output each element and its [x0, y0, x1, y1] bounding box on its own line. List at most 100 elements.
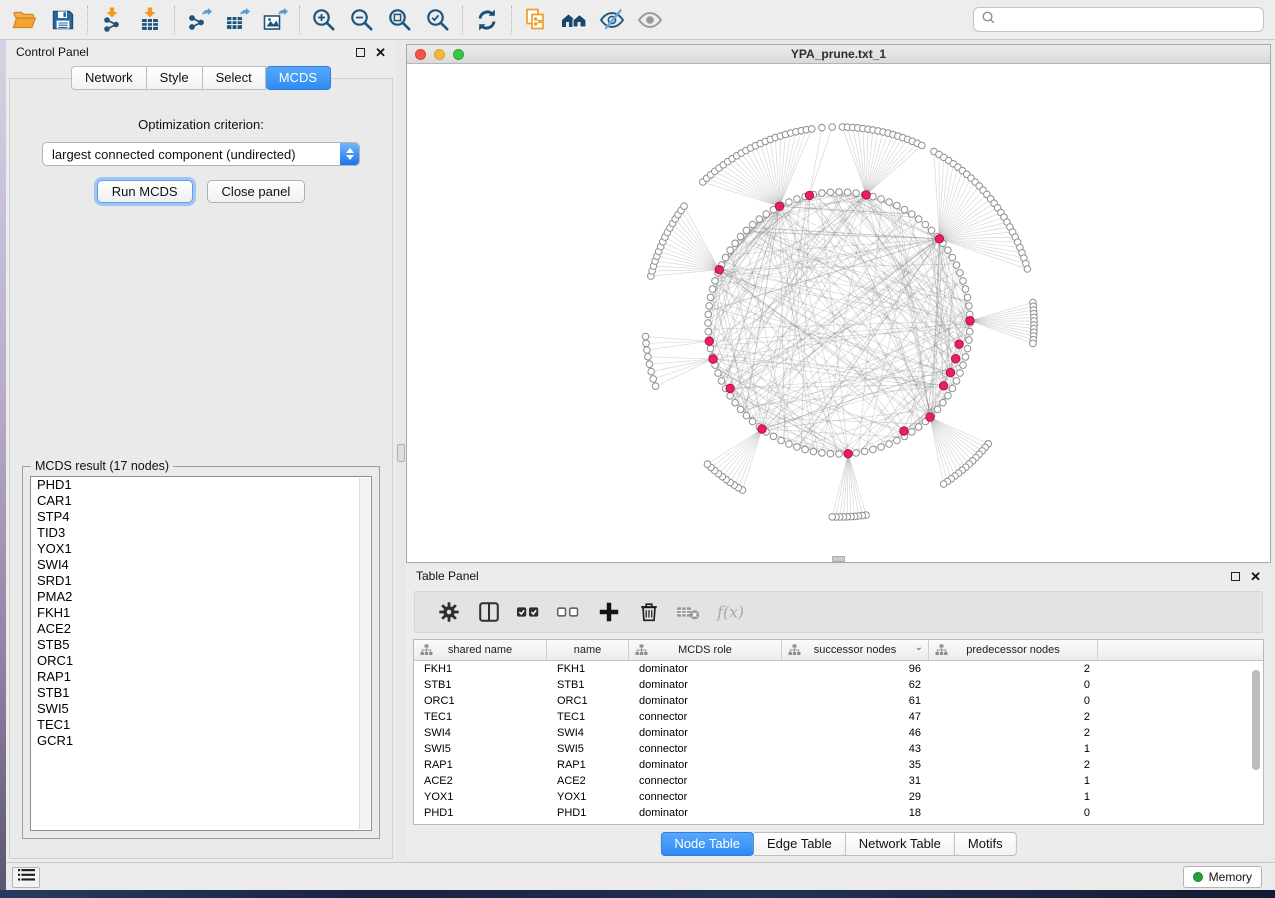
zoom-selected-icon[interactable]: [419, 4, 457, 36]
show-all-icon[interactable]: [631, 4, 669, 36]
cell-shared-name[interactable]: TEC1: [414, 709, 547, 725]
delete-column-icon[interactable]: [635, 598, 663, 626]
minimize-window-icon[interactable]: [434, 49, 445, 60]
import-table-icon[interactable]: [131, 4, 169, 36]
cell-MCDS-role[interactable]: dominator: [629, 805, 782, 821]
cell-name[interactable]: ACE2: [547, 773, 629, 789]
cell-name[interactable]: TEC1: [547, 709, 629, 725]
close-panel-icon[interactable]: ✕: [375, 46, 386, 59]
zoom-out-icon[interactable]: [343, 4, 381, 36]
column-header-shared-name[interactable]: shared name: [414, 640, 547, 660]
cell-successor-nodes[interactable]: 31: [782, 773, 929, 789]
cell-successor-nodes[interactable]: 18: [782, 805, 929, 821]
cell-name[interactable]: SWI4: [547, 725, 629, 741]
cell-shared-name[interactable]: SWI4: [414, 725, 547, 741]
cell-shared-name[interactable]: STB1: [414, 677, 547, 693]
import-network-icon[interactable]: [93, 4, 131, 36]
open-file-icon[interactable]: [6, 4, 44, 36]
mcds-result-item[interactable]: SWI4: [31, 557, 371, 573]
export-image-icon[interactable]: [256, 4, 294, 36]
cell-name[interactable]: PHD1: [547, 805, 629, 821]
table-row[interactable]: SWI5SWI5connector431: [414, 741, 1263, 757]
cell-successor-nodes[interactable]: 29: [782, 789, 929, 805]
table-row[interactable]: YOX1YOX1connector291: [414, 789, 1263, 805]
cell-name[interactable]: YOX1: [547, 789, 629, 805]
cell-predecessor-nodes[interactable]: 2: [929, 661, 1098, 677]
cell-MCDS-role[interactable]: connector: [629, 709, 782, 725]
column-header-MCDS-role[interactable]: MCDS role: [629, 640, 782, 660]
mcds-result-item[interactable]: ORC1: [31, 653, 371, 669]
table-scrollbar-thumb[interactable]: [1252, 670, 1260, 770]
cell-MCDS-role[interactable]: dominator: [629, 677, 782, 693]
cell-MCDS-role[interactable]: connector: [629, 773, 782, 789]
cell-MCDS-role[interactable]: dominator: [629, 757, 782, 773]
mcds-result-item[interactable]: PHD1: [31, 477, 371, 493]
mcds-result-item[interactable]: RAP1: [31, 669, 371, 685]
cell-successor-nodes[interactable]: 96: [782, 661, 929, 677]
cell-predecessor-nodes[interactable]: 2: [929, 709, 1098, 725]
select-all-rows-icon[interactable]: [515, 598, 543, 626]
close-window-icon[interactable]: [415, 49, 426, 60]
node-table[interactable]: shared namenameMCDS rolesuccessor nodes⌄…: [413, 639, 1264, 825]
cell-shared-name[interactable]: SWI5: [414, 741, 547, 757]
network-window-titlebar[interactable]: YPA_prune.txt_1: [407, 45, 1270, 64]
run-mcds-button[interactable]: Run MCDS: [97, 180, 193, 203]
column-header-name[interactable]: name: [547, 640, 629, 660]
cell-successor-nodes[interactable]: 46: [782, 725, 929, 741]
export-network-icon[interactable]: [180, 4, 218, 36]
cell-successor-nodes[interactable]: 43: [782, 741, 929, 757]
export-table-icon[interactable]: [218, 4, 256, 36]
tab-style[interactable]: Style: [147, 66, 203, 90]
zoom-in-icon[interactable]: [305, 4, 343, 36]
tab-mcds[interactable]: MCDS: [266, 66, 331, 90]
cell-shared-name[interactable]: ORC1: [414, 693, 547, 709]
cell-name[interactable]: ORC1: [547, 693, 629, 709]
maximize-window-icon[interactable]: [453, 49, 464, 60]
mcds-result-item[interactable]: TEC1: [31, 717, 371, 733]
cell-MCDS-role[interactable]: dominator: [629, 661, 782, 677]
column-browser-icon[interactable]: [475, 598, 503, 626]
cell-shared-name[interactable]: ACE2: [414, 773, 547, 789]
mcds-result-item[interactable]: STP4: [31, 509, 371, 525]
cell-successor-nodes[interactable]: 47: [782, 709, 929, 725]
mcds-result-item[interactable]: YOX1: [31, 541, 371, 557]
mcds-result-item[interactable]: PMA2: [31, 589, 371, 605]
table-row[interactable]: SWI4SWI4dominator462: [414, 725, 1263, 741]
cell-successor-nodes[interactable]: 61: [782, 693, 929, 709]
cell-shared-name[interactable]: PHD1: [414, 805, 547, 821]
mcds-result-item[interactable]: CAR1: [31, 493, 371, 509]
cell-shared-name[interactable]: RAP1: [414, 757, 547, 773]
search-box[interactable]: [973, 7, 1264, 32]
tab-motifs[interactable]: Motifs: [955, 832, 1017, 856]
add-column-icon[interactable]: [595, 598, 623, 626]
mcds-result-item[interactable]: STB5: [31, 637, 371, 653]
result-list-scrollbar[interactable]: [359, 478, 370, 829]
first-neighbors-icon[interactable]: [555, 4, 593, 36]
cell-name[interactable]: RAP1: [547, 757, 629, 773]
float-panel-icon[interactable]: [356, 48, 365, 57]
save-session-icon[interactable]: [44, 4, 82, 36]
table-row[interactable]: PHD1PHD1dominator180: [414, 805, 1263, 821]
cell-predecessor-nodes[interactable]: 0: [929, 677, 1098, 693]
cell-predecessor-nodes[interactable]: 0: [929, 805, 1098, 821]
criterion-dropdown[interactable]: largest connected component (undirected): [42, 142, 360, 166]
deselect-all-rows-icon[interactable]: [555, 598, 583, 626]
mcds-result-list[interactable]: PHD1CAR1STP4TID3YOX1SWI4SRD1PMA2FKH1ACE2…: [30, 476, 372, 831]
mcds-result-item[interactable]: SRD1: [31, 573, 371, 589]
mcds-result-item[interactable]: ACE2: [31, 621, 371, 637]
sort-descending-icon[interactable]: ⌄: [915, 642, 923, 653]
task-history-button[interactable]: [12, 867, 40, 888]
cell-predecessor-nodes[interactable]: 2: [929, 757, 1098, 773]
mcds-result-item[interactable]: TID3: [31, 525, 371, 541]
horizontal-splitter-handle[interactable]: [832, 556, 845, 562]
network-canvas[interactable]: [407, 64, 1270, 562]
table-row[interactable]: FKH1FKH1dominator962: [414, 661, 1263, 677]
tab-node-table[interactable]: Node Table: [660, 832, 754, 856]
float-table-panel-icon[interactable]: [1231, 572, 1240, 581]
hide-selected-icon[interactable]: [593, 4, 631, 36]
table-row[interactable]: ORC1ORC1dominator610: [414, 693, 1263, 709]
table-row[interactable]: ACE2ACE2connector311: [414, 773, 1263, 789]
refresh-layout-icon[interactable]: [468, 4, 506, 36]
mcds-result-item[interactable]: FKH1: [31, 605, 371, 621]
cell-predecessor-nodes[interactable]: 1: [929, 741, 1098, 757]
